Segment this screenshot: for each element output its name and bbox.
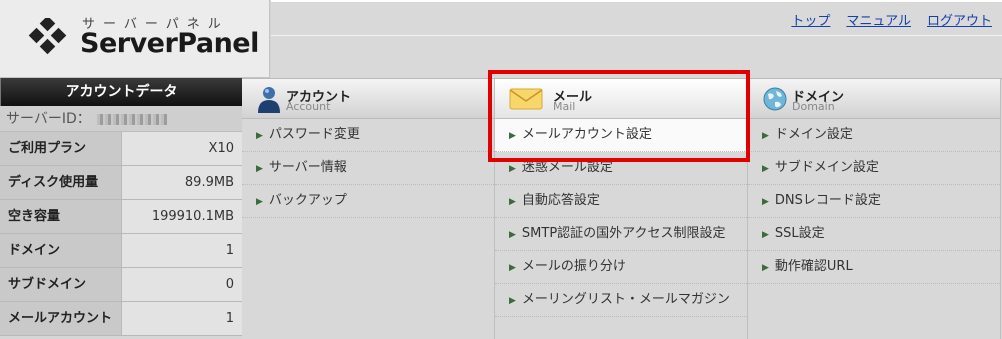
arrow-icon: ▶ xyxy=(762,230,769,240)
stat-row: ドメイン 1 xyxy=(0,234,242,268)
diamond-logo-icon xyxy=(28,18,67,55)
menu-item-ssl-settings[interactable]: ▶ SSL設定 xyxy=(748,218,1000,251)
menu-item-label: DNSレコード設定 xyxy=(774,193,881,208)
domain-subtitle: Domain xyxy=(792,100,835,113)
menu-item-subdomain-settings[interactable]: ▶ サブドメイン設定 xyxy=(748,152,1000,185)
menu-item-mail-account-settings[interactable]: ▶ メールアカウント設定 xyxy=(495,119,747,152)
arrow-icon: ▶ xyxy=(509,197,516,207)
account-column: アカウント Account ▶ パスワード変更 ▶ サーバー情報 ▶ バックアップ xyxy=(242,79,495,339)
menu-item-label: メールの振り分け xyxy=(521,259,626,274)
account-header: アカウント Account xyxy=(242,79,494,119)
stat-row: ディスク使用量 89.9MB xyxy=(0,166,242,200)
arrow-icon: ▶ xyxy=(762,263,769,273)
stat-value: 89.9MB xyxy=(122,166,242,199)
arrow-icon: ▶ xyxy=(762,164,769,174)
server-id-label: サーバーID： xyxy=(6,111,91,127)
domain-column: ドメイン Domain ▶ ドメイン設定 ▶ サブドメイン設定 ▶ DNSレコード設定… xyxy=(748,79,1001,339)
account-data-panel: アカウントデータ サーバーID： ご利用プラン X10 ディスク使用量 89.9… xyxy=(0,78,242,339)
menu-item-label: パスワード変更 xyxy=(268,127,360,142)
stat-row: 空き容量 199910.1MB xyxy=(0,200,242,234)
user-icon xyxy=(258,87,280,113)
menu-item-password-change[interactable]: ▶ パスワード変更 xyxy=(242,119,494,152)
stat-value: X10 xyxy=(122,132,242,165)
mail-subtitle: Mail xyxy=(553,100,576,113)
stat-label: 空き容量 xyxy=(0,200,122,233)
arrow-icon: ▶ xyxy=(256,164,263,174)
mail-column: メール Mail ▶ メールアカウント設定 ▶ 迷惑メール設定 ▶ 自動応答設定 ▶ S… xyxy=(495,79,748,339)
arrow-icon: ▶ xyxy=(256,131,263,141)
globe-icon xyxy=(763,87,787,111)
stat-value: 199910.1MB xyxy=(122,200,242,233)
account-data-title: アカウントデータ xyxy=(0,78,242,106)
stat-label: メールアカウント xyxy=(0,302,122,335)
menu-item-domain-settings[interactable]: ▶ ドメイン設定 xyxy=(748,119,1000,152)
mail-header: メール Mail xyxy=(495,79,747,119)
stat-label: ドメイン xyxy=(0,234,122,267)
menu-item-label: SSL設定 xyxy=(774,226,825,241)
top-link[interactable]: トップ xyxy=(791,10,830,29)
menu-item-smtp-restriction[interactable]: ▶ SMTP認証の国外アクセス制限設定 xyxy=(495,218,747,251)
menu-item-label: メーリングリスト・メールマガジン xyxy=(521,292,730,307)
menu-item-test-url[interactable]: ▶ 動作確認URL xyxy=(748,251,1000,284)
stat-row: サブドメイン 0 xyxy=(0,268,242,302)
manual-link[interactable]: マニュアル xyxy=(846,10,911,29)
menu-item-server-info[interactable]: ▶ サーバー情報 xyxy=(242,152,494,185)
domain-header: ドメイン Domain xyxy=(748,79,1000,119)
stat-value: 0 xyxy=(122,268,242,301)
menu-item-mailing-list[interactable]: ▶ メーリングリスト・メールマガジン xyxy=(495,284,747,317)
logo: サーバーパネル ServerPanel xyxy=(0,0,270,78)
menu-item-auto-reply[interactable]: ▶ 自動応答設定 xyxy=(495,185,747,218)
redacted-server-id xyxy=(96,113,167,125)
stat-value: 1 xyxy=(122,234,242,267)
server-id-row: サーバーID： xyxy=(0,106,242,132)
arrow-icon: ▶ xyxy=(509,296,516,306)
top-links: トップ マニュアル ログアウト xyxy=(791,10,992,29)
menu-item-label: サーバー情報 xyxy=(268,160,347,175)
arrow-icon: ▶ xyxy=(509,164,516,174)
menu-item-label: バックアップ xyxy=(268,193,347,208)
envelope-icon xyxy=(509,88,543,110)
arrow-icon: ▶ xyxy=(509,131,516,141)
menu-item-backup[interactable]: ▶ バックアップ xyxy=(242,185,494,218)
arrow-icon: ▶ xyxy=(509,263,516,273)
top-bar: トップ マニュアル ログアウト xyxy=(271,0,1002,78)
stat-value: 1 xyxy=(122,302,242,335)
logo-text: ServerPanel xyxy=(80,28,259,59)
menu-item-label: SMTP認証の国外アクセス制限設定 xyxy=(521,226,726,241)
menu-item-label: サブドメイン設定 xyxy=(774,160,879,175)
arrow-icon: ▶ xyxy=(509,230,516,240)
menu-item-dns-record[interactable]: ▶ DNSレコード設定 xyxy=(748,185,1000,218)
menu-item-label: ドメイン設定 xyxy=(774,127,853,142)
stat-row: ご利用プラン X10 xyxy=(0,132,242,166)
account-subtitle: Account xyxy=(286,100,331,113)
menu-item-label: 動作確認URL xyxy=(774,259,853,274)
arrow-icon: ▶ xyxy=(256,197,263,207)
arrow-icon: ▶ xyxy=(762,131,769,141)
stat-label: サブドメイン xyxy=(0,268,122,301)
menu-item-label: メールアカウント設定 xyxy=(521,127,652,142)
stat-label: ご利用プラン xyxy=(0,132,122,165)
menu-item-label: 迷惑メール設定 xyxy=(521,160,613,175)
logout-link[interactable]: ログアウト xyxy=(927,10,992,29)
menu-item-spam-settings[interactable]: ▶ 迷惑メール設定 xyxy=(495,152,747,185)
menu-area: アカウント Account ▶ パスワード変更 ▶ サーバー情報 ▶ バックアップ メ… xyxy=(242,78,1002,339)
menu-item-mail-filter[interactable]: ▶ メールの振り分け xyxy=(495,251,747,284)
stat-label: ディスク使用量 xyxy=(0,166,122,199)
arrow-icon: ▶ xyxy=(762,197,769,207)
menu-item-label: 自動応答設定 xyxy=(521,193,600,208)
stat-row: メールアカウント 1 xyxy=(0,302,242,336)
